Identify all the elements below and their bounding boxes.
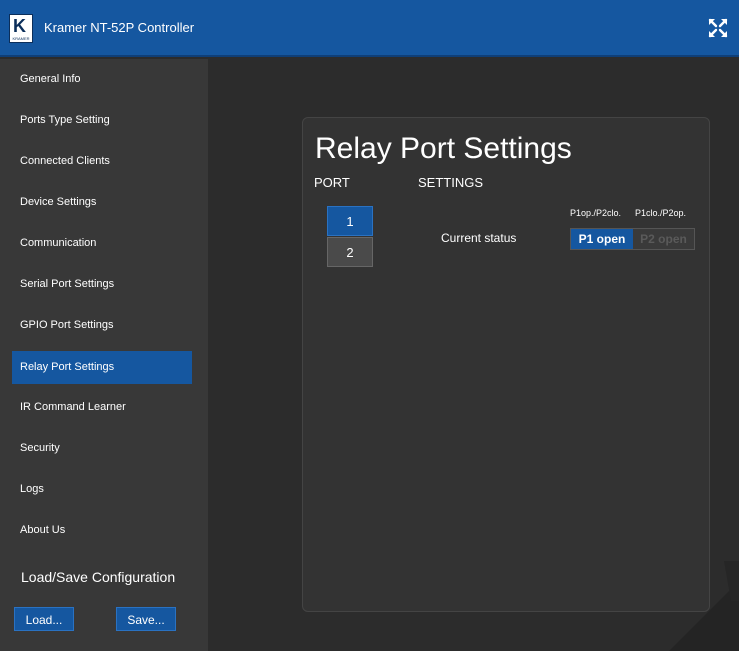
sidebar-item-ports-type-setting[interactable]: Ports Type Setting	[12, 104, 192, 137]
save-button[interactable]: Save...	[116, 607, 176, 631]
sidebar-item-general-info[interactable]: General Info	[12, 63, 192, 96]
toggle-p2-open[interactable]: P2 open	[633, 229, 694, 249]
port-2-button[interactable]: 2	[327, 237, 373, 267]
logo-text: KRAMER	[12, 36, 30, 41]
hint-p1-open: P1op./P2clo.	[570, 208, 622, 218]
expand-arrows-icon[interactable]	[707, 17, 729, 39]
top-header-bar: K KRAMER Kramer NT-52P Controller	[0, 0, 739, 57]
kramer-logo: K KRAMER	[9, 14, 33, 43]
sidebar-item-security[interactable]: Security	[12, 432, 192, 465]
sidebar-item-ir-command-learner[interactable]: IR Command Learner	[12, 391, 192, 424]
sidebar-item-device-settings[interactable]: Device Settings	[12, 186, 192, 219]
port-column-header: PORT	[314, 175, 350, 190]
toggle-p1-open[interactable]: P1 open	[571, 229, 633, 249]
sidebar-item-about-us[interactable]: About Us	[12, 514, 192, 547]
sidebar-item-connected-clients[interactable]: Connected Clients	[12, 145, 192, 178]
logo-letter: K	[13, 16, 26, 36]
app-title: Kramer NT-52P Controller	[44, 20, 195, 35]
hint-p2-open: P1clo./P2op.	[635, 208, 687, 218]
background-decoration	[669, 561, 739, 651]
sidebar-item-logs[interactable]: Logs	[12, 473, 192, 506]
settings-column-header: SETTINGS	[418, 175, 484, 190]
sidebar-item-communication[interactable]: Communication	[12, 227, 192, 260]
load-button[interactable]: Load...	[14, 607, 74, 631]
page-title: Relay Port Settings	[315, 132, 572, 165]
sidebar-item-gpio-port-settings[interactable]: GPIO Port Settings	[12, 309, 192, 342]
current-status-label: Current status	[441, 231, 517, 245]
relay-settings-panel	[302, 117, 710, 612]
sidebar-item-relay-port-settings[interactable]: Relay Port Settings	[12, 351, 192, 384]
load-save-config-title: Load/Save Configuration	[21, 569, 176, 585]
sidebar-item-serial-port-settings[interactable]: Serial Port Settings	[12, 268, 192, 301]
port-1-button[interactable]: 1	[327, 206, 373, 236]
relay-status-toggle[interactable]: P1 open P2 open	[570, 228, 695, 250]
sidebar: General Info Ports Type Setting Connecte…	[0, 59, 208, 651]
